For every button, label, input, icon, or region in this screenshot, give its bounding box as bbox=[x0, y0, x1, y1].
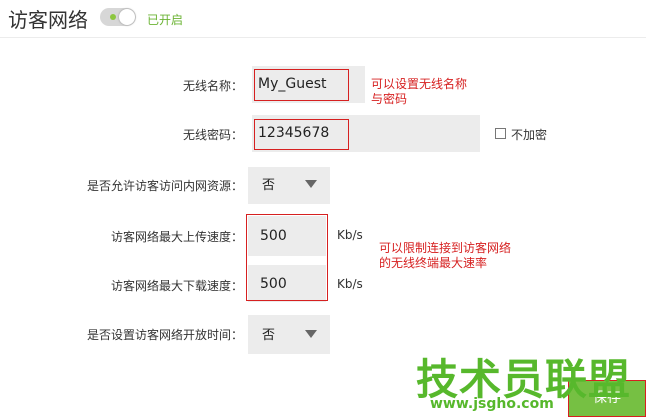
password-label: 无线密码： bbox=[182, 128, 243, 142]
speed-annotation: 可以限制连接到访客网络 的无线终端最大速率 bbox=[379, 241, 511, 271]
watermark-url: www.jsgho.com bbox=[430, 396, 554, 412]
toggle-on-indicator bbox=[110, 14, 116, 20]
password-highlight-box bbox=[254, 119, 349, 150]
upload-speed-label: 访客网络最大上传速度： bbox=[110, 230, 243, 244]
ssid-label: 无线名称： bbox=[182, 79, 243, 93]
speed-highlight-box bbox=[246, 214, 328, 301]
header-divider bbox=[0, 37, 646, 38]
intranet-access-select[interactable]: 否 bbox=[248, 167, 330, 204]
name-annotation-line1: 可以设置无线名称 bbox=[371, 77, 468, 91]
name-annotation-line2: 与密码 bbox=[371, 92, 408, 106]
no-encrypt-checkbox[interactable] bbox=[495, 128, 506, 139]
guest-network-toggle[interactable] bbox=[100, 8, 136, 26]
speed-annotation-line2: 的无线终端最大速率 bbox=[379, 256, 488, 270]
name-annotation: 可以设置无线名称 与密码 bbox=[371, 77, 467, 107]
schedule-label: 是否设置访客网络开放时间： bbox=[86, 328, 243, 342]
ssid-highlight-box bbox=[254, 69, 349, 101]
intranet-access-value: 否 bbox=[262, 178, 276, 193]
chevron-down-icon bbox=[305, 180, 317, 188]
chevron-down-icon bbox=[305, 330, 317, 338]
download-speed-unit: Kb/s bbox=[337, 277, 363, 291]
schedule-value: 否 bbox=[262, 328, 276, 343]
download-speed-label: 访客网络最大下载速度： bbox=[110, 279, 243, 293]
status-text: 已开启 bbox=[147, 13, 184, 27]
intranet-access-label: 是否允许访客访问内网资源： bbox=[86, 179, 243, 193]
speed-annotation-line1: 可以限制连接到访客网络 bbox=[379, 241, 512, 255]
upload-speed-unit: Kb/s bbox=[337, 228, 363, 242]
no-encrypt-label: 不加密 bbox=[511, 128, 548, 142]
schedule-select[interactable]: 否 bbox=[248, 315, 330, 354]
page-title: 访客网络 bbox=[8, 8, 88, 32]
toggle-knob[interactable] bbox=[119, 9, 135, 25]
